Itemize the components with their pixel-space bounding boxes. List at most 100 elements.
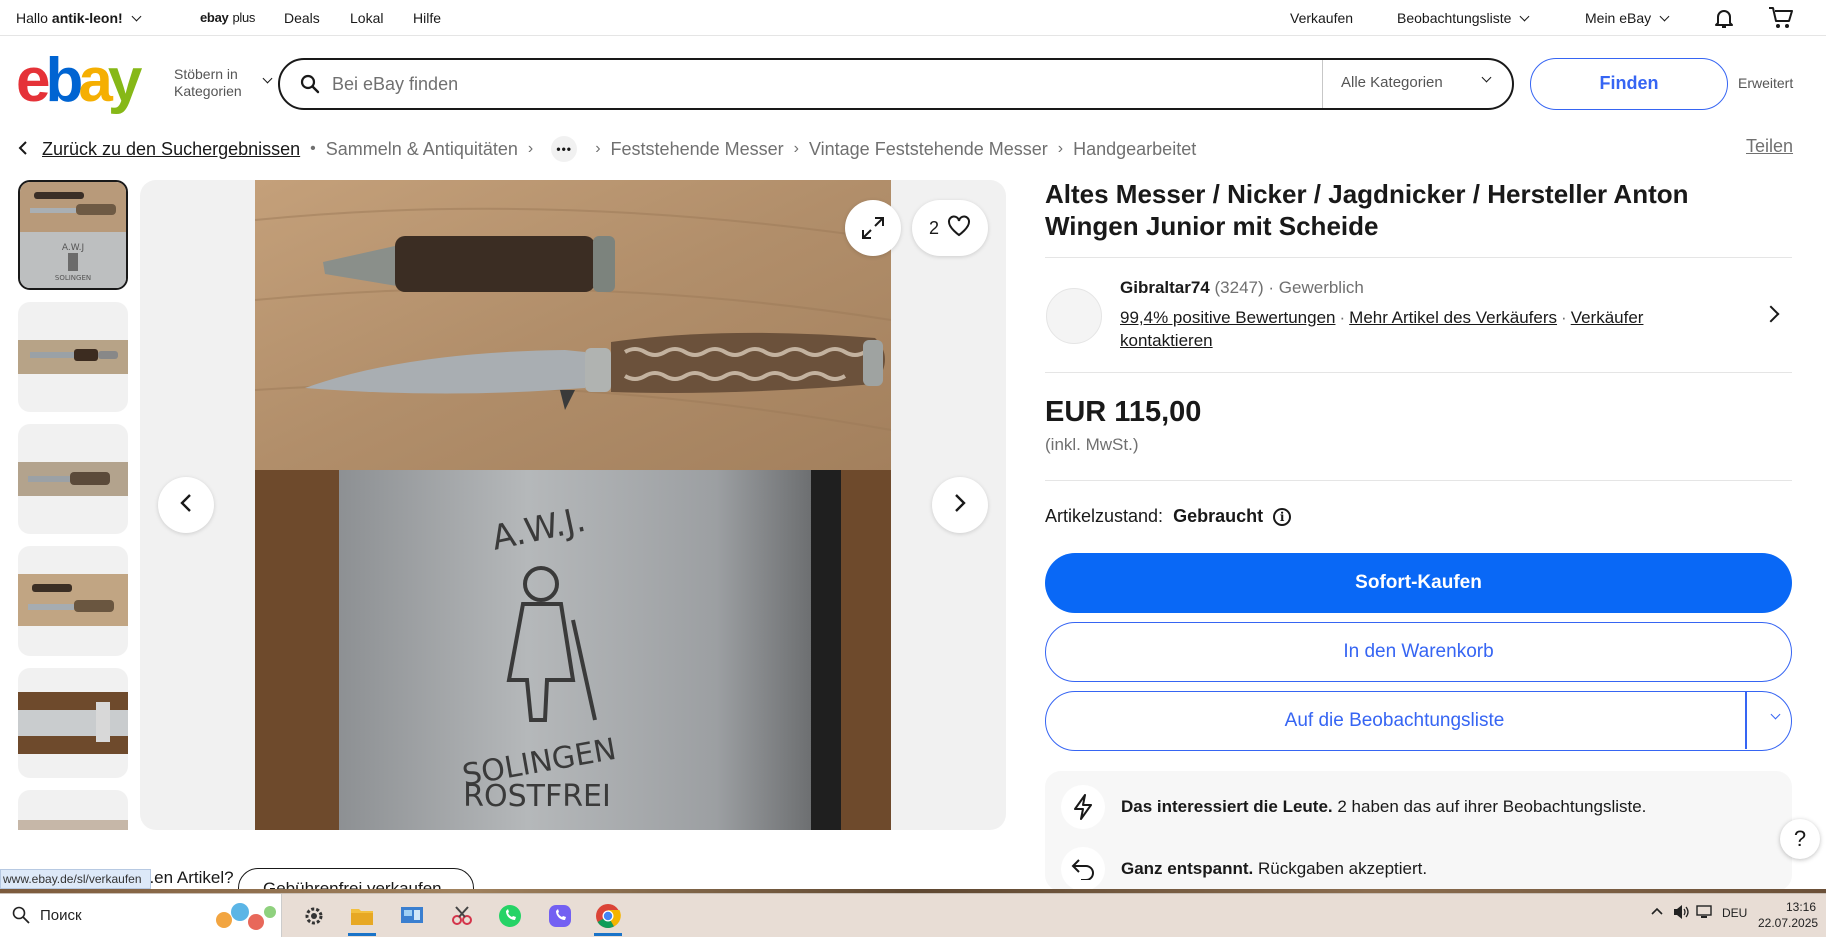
advanced-search-link[interactable]: Erweitert (1738, 75, 1793, 91)
breadcrumb-separator: › (527, 140, 534, 157)
viber-icon[interactable] (542, 899, 578, 933)
watch-info-bold: Das interessiert die Leute. (1121, 797, 1333, 816)
add-to-cart-button[interactable]: In den Warenkorb (1045, 622, 1792, 682)
returns-info-text: Ganz entspannt. Rückgaben akzeptiert. (1121, 859, 1427, 879)
breadcrumb-item[interactable]: Vintage Feststehende Messer (809, 139, 1048, 160)
language-indicator[interactable]: DEU (1722, 906, 1747, 920)
info-box: Das interessiert die Leute. 2 haben das … (1045, 771, 1792, 891)
chevron-right-icon[interactable] (1762, 305, 1780, 323)
main-image-viewer: A.W.J. SOLINGEN ROSTFREI 2 (140, 180, 1006, 830)
chevron-down-icon (1481, 72, 1492, 83)
watchlist-label: Beobachtungsliste (1397, 10, 1512, 26)
seller-type: Gewerblich (1278, 278, 1364, 297)
ebayplus-brand: ebay (200, 10, 229, 25)
notification-bell-icon[interactable] (1712, 6, 1736, 30)
help-link[interactable]: Hilfe (413, 10, 441, 26)
greeting-prefix: Hallo (16, 10, 48, 26)
snipping-tool-icon[interactable] (444, 899, 480, 933)
logo-letter-b: b (45, 46, 83, 115)
taskbar-search[interactable]: Поиск (0, 894, 282, 937)
breadcrumb-item[interactable]: Feststehende Messer (611, 139, 784, 160)
expand-icon[interactable] (845, 200, 901, 256)
next-image-button[interactable] (932, 477, 988, 533)
ebay-logo[interactable]: ebay (16, 50, 142, 112)
divider (1045, 257, 1792, 258)
add-to-watchlist-button[interactable]: Auf die Beobachtungsliste (1045, 691, 1792, 751)
shop-by-category-button[interactable]: Stöbern in Kategorien (174, 66, 273, 100)
show-hidden-icons-chevron-icon[interactable] (1650, 904, 1664, 921)
breadcrumb-separator: › (595, 140, 601, 157)
sell-link[interactable]: Verkaufen (1290, 10, 1353, 26)
item-price: EUR 115,00 (1045, 396, 1202, 428)
logo-letter-y: y (107, 46, 143, 115)
seller-dot: · (1268, 278, 1275, 297)
more-items-link[interactable]: Mehr Artikel des Verkäufers (1349, 308, 1557, 327)
control-panel-icon[interactable] (394, 899, 430, 933)
returns-info-row: Ganz entspannt. Rückgaben akzeptiert. (1061, 847, 1427, 891)
network-icon[interactable] (1696, 904, 1714, 923)
my-ebay-menu[interactable]: Mein eBay (1585, 10, 1670, 26)
volume-icon[interactable] (1672, 904, 1690, 923)
thumbnail-2[interactable] (18, 302, 128, 412)
user-greeting[interactable]: Hallo antik-leon! (16, 10, 142, 26)
deals-link[interactable]: Deals (284, 10, 320, 26)
previous-image-button[interactable] (158, 477, 214, 533)
condition-row: Artikelzustand: Gebraucht i (1045, 506, 1292, 527)
breadcrumb-more-button[interactable]: ••• (551, 136, 578, 162)
add-to-watchlist-label: Auf die Beobachtungsliste (1284, 710, 1505, 731)
shop-by-category-line2: Kategorien (174, 83, 242, 99)
svg-text:A.W.J: A.W.J (62, 243, 84, 253)
windows-taskbar: Поиск DEU 13:16 22.07.2025 (0, 893, 1826, 937)
thumbnail-1[interactable]: A.W.J SOLINGEN (18, 180, 128, 290)
condition-label: Artikelzustand: (1045, 506, 1164, 526)
watch-info-row: Das interessiert die Leute. 2 haben das … (1061, 785, 1646, 829)
help-button[interactable]: ? (1780, 819, 1820, 859)
chrome-icon[interactable] (590, 899, 626, 936)
category-select[interactable]: Alle Kategorien (1322, 60, 1512, 108)
seller-name[interactable]: Gibraltar74 (1120, 278, 1210, 297)
thumbnail-3[interactable] (18, 424, 128, 534)
seller-info: Gibraltar74 (3247) · Gewerblich (1120, 278, 1364, 298)
return-arrow-icon (1061, 847, 1105, 891)
breadcrumb-item[interactable]: Handgearbeitet (1073, 139, 1196, 160)
whatsapp-icon[interactable] (492, 899, 528, 933)
thumbnail-4[interactable] (18, 546, 128, 656)
product-photo[interactable]: A.W.J. SOLINGEN ROSTFREI (255, 180, 891, 830)
cart-icon[interactable] (1768, 6, 1794, 30)
find-button[interactable]: Finden (1530, 58, 1728, 110)
buy-now-button[interactable]: Sofort-Kaufen (1045, 553, 1792, 613)
breadcrumb-item[interactable]: Sammeln & Antiquitäten (326, 139, 518, 160)
logo-letter-e: e (16, 46, 51, 115)
chevron-down-icon (131, 11, 142, 21)
below-text: ...en Artikel? (140, 868, 234, 887)
ebayplus-link[interactable]: ebay plus (200, 10, 255, 25)
search-bar: Bei eBay finden Alle Kategorien (278, 58, 1514, 110)
watchlist-menu[interactable]: Beobachtungsliste (1397, 10, 1530, 26)
info-icon[interactable]: i (1273, 507, 1292, 526)
back-to-results-link[interactable]: Zurück zu den Suchergebnissen (42, 139, 300, 160)
watch-count: 2 (928, 217, 939, 238)
chevron-down-icon (1659, 11, 1670, 21)
back-arrow-icon[interactable] (18, 139, 28, 160)
positive-feedback-link[interactable]: 99,4% positive Bewertungen (1120, 308, 1335, 327)
settings-gear-icon[interactable] (296, 899, 332, 933)
seller-avatar[interactable] (1046, 288, 1102, 344)
taskbar-search-text: Поиск (40, 907, 82, 924)
returns-info-bold: Ganz entspannt. (1121, 859, 1254, 878)
heart-icon (947, 214, 971, 242)
local-link[interactable]: Lokal (350, 10, 383, 26)
taskbar-clock[interactable]: 13:16 22.07.2025 (1758, 899, 1818, 931)
thumbnail-5[interactable] (18, 668, 128, 778)
svg-text:SOLINGEN: SOLINGEN (55, 274, 91, 282)
my-ebay-label: Mein eBay (1585, 10, 1652, 26)
search-input[interactable]: Bei eBay finden (332, 74, 458, 95)
share-link[interactable]: Teilen (1746, 136, 1793, 157)
chevron-down-icon (1519, 11, 1530, 21)
chevron-left-icon (180, 493, 192, 518)
file-explorer-icon[interactable] (344, 899, 380, 936)
seller-feedback-count: (3247) (1214, 278, 1264, 297)
thumbnail-6[interactable] (18, 790, 128, 830)
watch-heart-button[interactable]: 2 (912, 200, 988, 256)
vat-note: (inkl. MwSt.) (1045, 435, 1139, 454)
chevron-down-icon[interactable] (1770, 709, 1781, 720)
